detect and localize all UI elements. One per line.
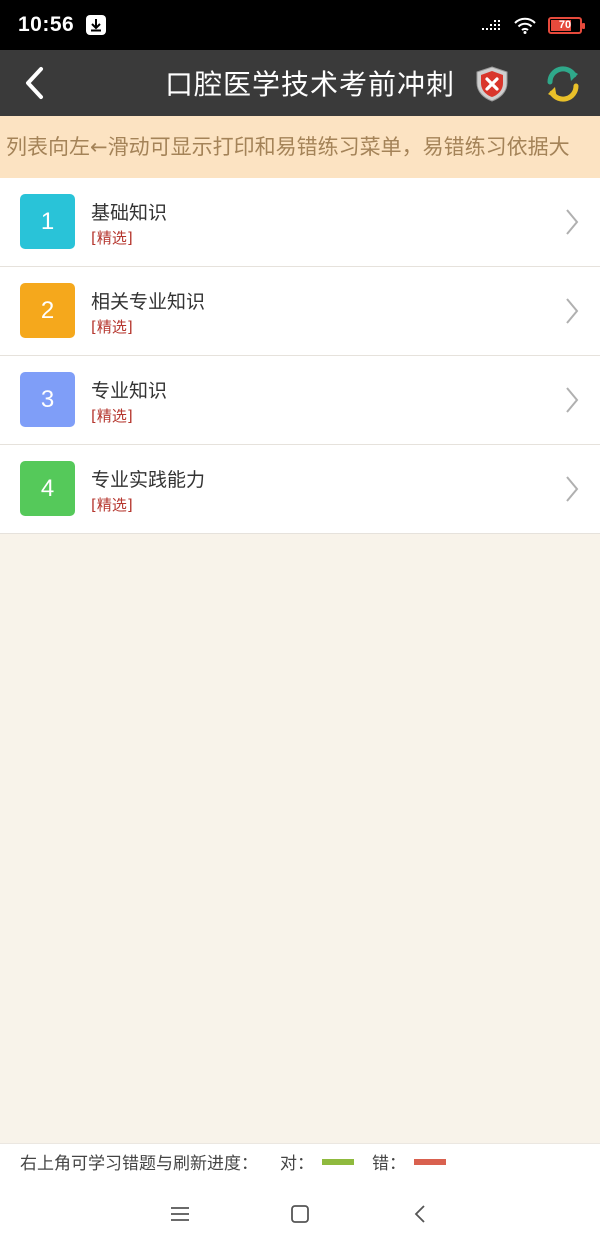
legend-wrong-swatch xyxy=(414,1158,446,1165)
item-title: 专业知识 xyxy=(91,380,168,402)
refresh-progress-button[interactable] xyxy=(542,64,584,104)
home-button[interactable] xyxy=(280,1194,320,1234)
app-header: 口腔医学技术考前冲刺 xyxy=(0,50,600,116)
menu-button[interactable] xyxy=(160,1194,200,1234)
item-tag: [精选] xyxy=(91,407,133,425)
legend-wrong-label: 错： xyxy=(372,1154,406,1174)
download-icon xyxy=(86,15,107,35)
battery-level: 70 xyxy=(558,19,572,31)
item-number-badge: 3 xyxy=(20,372,75,427)
shield-x-icon xyxy=(476,66,508,102)
back-button[interactable] xyxy=(14,63,54,103)
chevron-right-icon xyxy=(566,387,579,413)
list-item[interactable]: 2 相关专业知识 [精选] xyxy=(0,267,600,356)
home-square-icon xyxy=(291,1205,309,1223)
back-triangle-icon xyxy=(414,1205,425,1223)
item-title: 基础知识 xyxy=(91,202,168,224)
battery-icon: 70 xyxy=(548,16,585,34)
status-time: 10:56 xyxy=(18,13,75,36)
item-number-badge: 4 xyxy=(20,461,75,516)
notice-marquee: 列表向左←滑动可显示打印和易错练习菜单，易错练习依据大 xyxy=(0,116,600,178)
system-nav-bar xyxy=(0,1179,600,1249)
wrong-questions-button[interactable] xyxy=(472,64,512,104)
legend-correct-label: 对： xyxy=(280,1154,314,1174)
chevron-right-icon xyxy=(566,209,579,235)
item-title: 专业实践能力 xyxy=(91,469,206,491)
item-number-badge: 1 xyxy=(20,194,75,249)
item-title: 相关专业知识 xyxy=(91,291,206,313)
item-tag: [精选] xyxy=(91,496,133,514)
list-item[interactable]: 3 专业知识 [精选] xyxy=(0,356,600,445)
menu-icon xyxy=(171,1207,189,1221)
wifi-icon xyxy=(514,17,536,34)
subject-list: 1 基础知识 [精选] 2 相关专业知识 [精选] 3 专业知识 [精选] 4 … xyxy=(0,178,600,534)
refresh-icon xyxy=(547,66,579,102)
chevron-left-icon xyxy=(26,67,43,99)
chevron-right-icon xyxy=(566,298,579,324)
progress-legend: 右上角可学习错题与刷新进度： 对： 错： xyxy=(0,1143,600,1179)
legend-text: 右上角可学习错题与刷新进度： xyxy=(20,1154,258,1174)
item-number-badge: 2 xyxy=(20,283,75,338)
system-back-button[interactable] xyxy=(400,1194,440,1234)
status-icons: 70 xyxy=(482,16,585,34)
signal-icon xyxy=(482,20,500,30)
item-tag: [精选] xyxy=(91,229,133,247)
chevron-right-icon xyxy=(566,476,579,502)
legend-correct-swatch xyxy=(322,1158,354,1165)
list-item[interactable]: 1 基础知识 [精选] xyxy=(0,178,600,267)
list-item[interactable]: 4 专业实践能力 [精选] xyxy=(0,445,600,534)
status-bar: 10:56 70 xyxy=(0,0,600,50)
item-tag: [精选] xyxy=(91,318,133,336)
page-title: 口腔医学技术考前冲刺 xyxy=(164,68,455,101)
